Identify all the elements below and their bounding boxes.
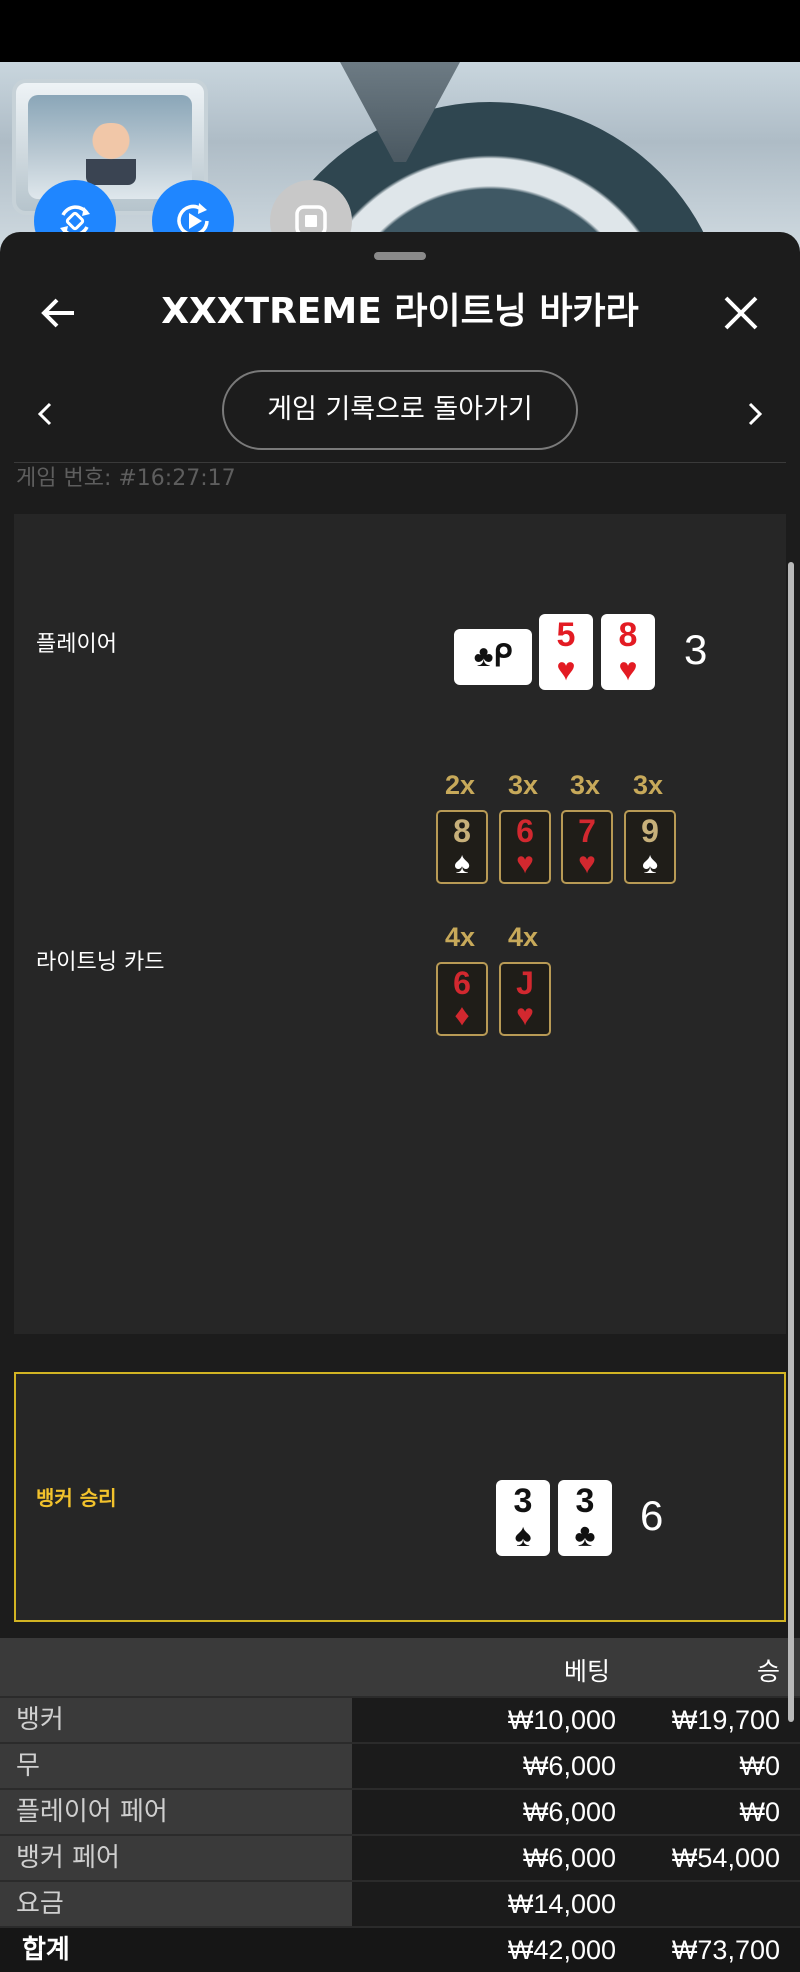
scrollbar[interactable]: [788, 562, 794, 1722]
table-row: 무 ₩6,000 ₩0: [0, 1742, 800, 1788]
player-card-2: 5 ♥: [539, 614, 593, 690]
lightning-card: 6 ♥: [499, 810, 551, 884]
lightning-card: 7 ♥: [561, 810, 613, 884]
bet-amount: ₩6,000: [522, 1843, 616, 1873]
close-button[interactable]: [718, 290, 764, 336]
game-history-panel: XXXTREME 라이트닝 바카라 게임 기록으로 돌아가기 게임 번호: #1…: [0, 232, 800, 1972]
bet-name: 뱅커: [0, 1698, 352, 1742]
col-win-header: 승: [756, 1657, 780, 1686]
bet-amount: ₩6,000: [522, 1797, 616, 1827]
bet-amount: ₩14,000: [507, 1889, 616, 1919]
bet-name: 요금: [0, 1882, 352, 1926]
table-row: 플레이어 페어 ₩6,000 ₩0: [0, 1788, 800, 1834]
back-to-history-button[interactable]: 게임 기록으로 돌아가기: [222, 370, 578, 450]
col-bet-header: 베팅: [564, 1657, 611, 1686]
bet-amount: ₩10,000: [507, 1705, 616, 1735]
chevron-right-icon: [748, 402, 763, 426]
arrow-left-icon: [41, 298, 74, 328]
player-card-3: 8 ♥: [601, 614, 655, 690]
back-button[interactable]: [36, 290, 82, 336]
player-label: 플레이어: [36, 632, 117, 657]
divider: [14, 462, 786, 463]
lightning-multiplier: 3x: [569, 770, 601, 800]
table-total-row: 합계 ₩42,000 ₩73,700: [0, 1926, 800, 1972]
lightning-card: 8 ♠: [436, 810, 488, 884]
win-amount: ₩0: [739, 1751, 781, 1781]
lightning-card: 9 ♠: [624, 810, 676, 884]
drag-handle[interactable]: [374, 252, 426, 260]
bet-name: 뱅커 페어: [0, 1836, 352, 1880]
status-bar: [0, 0, 800, 62]
banker-card-1: 3 ♠: [496, 1480, 550, 1556]
player-score: 3: [684, 626, 708, 673]
win-amount: ₩0: [739, 1797, 781, 1827]
total-bet-amount: ₩42,000: [507, 1935, 616, 1965]
chevron-left-icon: [37, 402, 52, 426]
win-amount: ₩19,700: [671, 1705, 780, 1735]
total-win-amount: ₩73,700: [671, 1935, 780, 1965]
banker-score: 6: [640, 1492, 664, 1539]
lightning-multiplier: 3x: [507, 770, 539, 800]
previous-game-button[interactable]: [30, 394, 60, 434]
game-number: 게임 번호: #16:27:17: [16, 466, 236, 491]
next-game-button[interactable]: [740, 394, 770, 434]
table-row: 요금 ₩14,000: [0, 1880, 800, 1926]
total-label: 합계: [0, 1928, 352, 1972]
lightning-card: 6 ♦: [436, 962, 488, 1036]
bet-name: 플레이어 페어: [0, 1790, 352, 1834]
lightning-multiplier: 4x: [507, 922, 539, 952]
table-row: 뱅커 페어 ₩6,000 ₩54,000: [0, 1834, 800, 1880]
table-row: 뱅커 ₩10,000 ₩19,700: [0, 1696, 800, 1742]
win-amount: ₩54,000: [671, 1843, 780, 1873]
lightning-multiplier: 3x: [632, 770, 664, 800]
bet-name: 무: [0, 1744, 352, 1788]
lightning-multiplier: 4x: [444, 922, 476, 952]
dealer-avatar: [86, 123, 136, 185]
lightning-card: J ♥: [499, 962, 551, 1036]
lightning-label: 라이트닝 카드: [36, 950, 165, 975]
close-icon: [724, 296, 758, 330]
player-card-1: ♣ᑭ: [454, 629, 532, 685]
banker-card-2: 3 ♣: [558, 1480, 612, 1556]
bet-summary-table: 베팅 승 뱅커 ₩10,000 ₩19,700 무 ₩6,000 ₩0 플레이어 페…: [0, 1638, 800, 1972]
bet-amount: ₩6,000: [522, 1751, 616, 1781]
table-header: 베팅 승: [0, 1638, 800, 1696]
panel-header: XXXTREME 라이트닝 바카라: [0, 272, 800, 352]
banker-win-label: 뱅커 승리: [36, 1486, 117, 1510]
lightning-multiplier: 2x: [444, 770, 476, 800]
page-title: XXXTREME 라이트닝 바카라: [161, 291, 639, 332]
result-area: 플레이어 ♣ᑭ 5 ♥ 8 ♥ 3 2x 3x 3x 3x 8 ♠ 6 ♥ 7 ♥ 9…: [14, 514, 786, 1334]
banker-result-row: 뱅커 승리 3 ♠ 3 ♣ 6: [14, 1372, 786, 1622]
